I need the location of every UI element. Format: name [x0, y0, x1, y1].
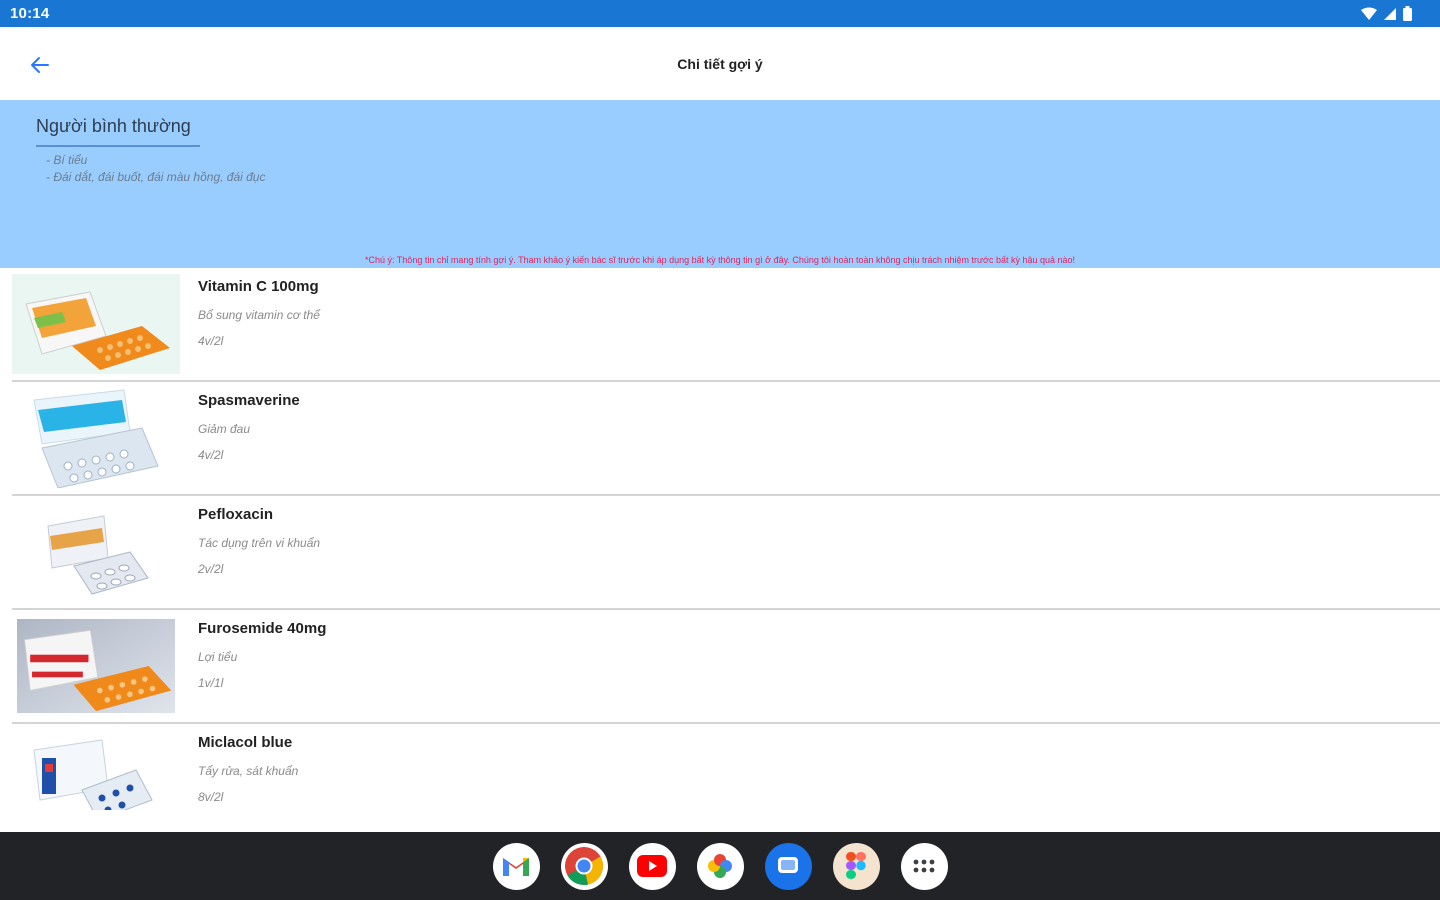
furosemide-box-image — [17, 618, 175, 714]
medicine-description: Bổ sung vitamin cơ thể — [198, 308, 320, 322]
taskbar — [0, 832, 1440, 900]
medicine-name: Pefloxacin — [198, 506, 274, 523]
symptom-item: - Đái dắt, đái buốt, đái màu hồng, đái đ… — [46, 170, 266, 184]
status-icons — [1361, 6, 1412, 21]
gmail-icon[interactable] — [492, 842, 540, 890]
medicine-description: Giảm đau — [198, 422, 251, 436]
symptom-item: - Bí tiểu — [46, 153, 88, 167]
condition-title: Người bình thường — [36, 116, 200, 147]
medicine-item[interactable]: Furosemide 40mg Lợi tiểu 1v/1l — [12, 610, 1440, 724]
page-title: Chi tiết gợi ý — [677, 55, 763, 72]
medicine-item[interactable]: Pefloxacin Tác dụng trên vi khuẩn 2v/2l — [12, 496, 1440, 610]
medicine-description: Tẩy rửa, sát khuẩn — [198, 764, 299, 778]
vitamin-c-box-image — [12, 274, 180, 374]
symptom-list: - Bí tiểu - Đái dắt, đái buốt, đái màu h… — [46, 152, 265, 186]
disclaimer-text: *Chú ý: Thông tin chỉ mang tính gợi ý. T… — [364, 255, 1076, 265]
medicine-item[interactable]: Vitamin C 100mg Bổ sung vitamin cơ thể 4… — [12, 268, 1440, 382]
status-bar: 10:14 — [0, 0, 1440, 27]
medicine-dose: 1v/1l — [198, 676, 224, 690]
back-button[interactable] — [24, 49, 56, 81]
medicine-item[interactable]: Miclacol blue Tẩy rửa, sát khuẩn 8v/2l — [12, 724, 1440, 810]
chrome-icon[interactable] — [560, 842, 608, 890]
medicine-description: Lợi tiểu — [198, 650, 238, 664]
photos-icon[interactable] — [696, 842, 744, 890]
medicine-dose: 2v/2l — [198, 562, 224, 576]
medicine-name: Miclacol blue — [198, 734, 293, 751]
medicine-name: Furosemide 40mg — [198, 620, 327, 637]
medicine-dose: 8v/2l — [198, 790, 224, 804]
wifi-icon — [1361, 7, 1377, 20]
miclacol-blue-box-image — [12, 730, 180, 810]
spasmaverine-box-image — [12, 388, 180, 488]
medicine-description: Tác dụng trên vi khuẩn — [198, 536, 321, 550]
battery-icon — [1403, 6, 1412, 21]
signal-icon — [1384, 7, 1396, 20]
figma-icon[interactable] — [832, 842, 880, 890]
messages-icon[interactable] — [764, 842, 812, 890]
pefloxacin-box-image — [12, 502, 180, 602]
condition-panel: Người bình thường - Bí tiểu - Đái dắt, đ… — [0, 100, 1440, 268]
medicine-list[interactable]: Vitamin C 100mg Bổ sung vitamin cơ thể 4… — [12, 268, 1440, 810]
arrow-left-icon — [31, 57, 49, 73]
medicine-name: Vitamin C 100mg — [198, 278, 319, 295]
medicine-name: Spasmaverine — [198, 392, 300, 409]
medicine-dose: 4v/2l — [198, 334, 224, 348]
status-time: 10:14 — [10, 5, 50, 22]
medicine-dose: 4v/2l — [198, 448, 224, 462]
app-launcher-icon[interactable] — [900, 842, 948, 890]
youtube-icon[interactable] — [628, 842, 676, 890]
medicine-item[interactable]: Spasmaverine Giảm đau 4v/2l — [12, 382, 1440, 496]
app-bar: Chi tiết gợi ý — [0, 27, 1440, 100]
